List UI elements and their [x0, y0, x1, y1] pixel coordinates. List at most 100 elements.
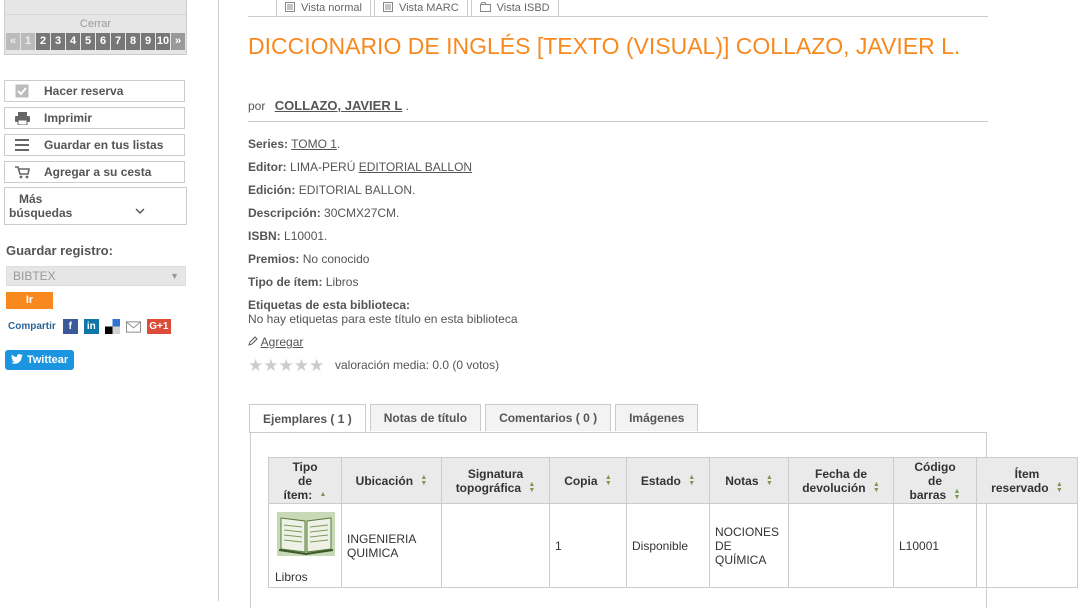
pager-prev: «	[6, 33, 20, 50]
cell-barcode: L10001	[893, 503, 977, 588]
star-icon[interactable]: ★	[263, 357, 278, 374]
cell-item-type: Libros	[268, 503, 342, 588]
edition-value: EDITORIAL BALLON.	[298, 183, 416, 197]
add-to-cart-button[interactable]: Agregar a su cesta	[4, 161, 185, 183]
sort-icon: ▲ ▼	[1055, 481, 1063, 495]
pager-page-6[interactable]: 6	[96, 33, 110, 50]
add-tag-link[interactable]: Agregar	[248, 335, 303, 349]
twitter-label: Twittear	[26, 354, 69, 366]
star-icon[interactable]: ★	[294, 357, 309, 374]
pager-page-9[interactable]: 9	[141, 33, 155, 50]
itemtype-value: Libros	[325, 275, 359, 289]
divider	[248, 16, 988, 17]
tab-comments[interactable]: Comentarios ( 0 )	[485, 404, 612, 431]
sort-icon: ▲ ▼	[528, 481, 536, 495]
view-isbd-tab[interactable]: Vista ISBD	[470, 0, 559, 17]
document-icon	[479, 1, 491, 15]
view-marc-label: Vista MARC	[398, 2, 459, 14]
printer-icon	[14, 111, 30, 125]
sort-icon: ▲ ▼	[872, 481, 880, 495]
view-normal-tab[interactable]: Vista normal	[276, 0, 371, 17]
email-icon[interactable]	[125, 319, 141, 334]
add-tag-label[interactable]: Agregar	[261, 335, 304, 349]
col-notes[interactable]: Notas ▲ ▼	[709, 457, 789, 504]
holdings-tabs: Ejemplares ( 1 ) Notas de título Comenta…	[249, 404, 702, 433]
col-reserved[interactable]: Ítem reservado ▲ ▼	[976, 457, 1078, 504]
pager-page-10[interactable]: 10	[156, 33, 170, 50]
description-field: Descripción: 30CMX27CM.	[248, 206, 399, 220]
view-marc-tab[interactable]: Vista MARC	[373, 0, 468, 17]
sort-icon: ▲ ▼	[953, 488, 961, 502]
facebook-icon[interactable]: f	[62, 319, 78, 334]
cell-call-number	[441, 503, 550, 588]
col-location[interactable]: Ubicación ▲ ▼	[341, 457, 442, 504]
awards-field: Premios: No conocido	[248, 252, 369, 266]
record-title: DICCIONARIO DE INGLÉS [TEXTO (VISUAL)] C…	[248, 33, 961, 59]
chevron-down-icon	[135, 207, 145, 218]
googleplus-icon[interactable]: G+1	[146, 319, 171, 334]
print-label: Imprimir	[44, 111, 93, 125]
average-rating: valoración media: 0.0 (0 votos)	[335, 358, 500, 372]
cell-reserved	[976, 503, 1078, 588]
pager-next[interactable]: »	[171, 33, 185, 50]
pager-page-8[interactable]: 8	[126, 33, 140, 50]
place-hold-button[interactable]: Hacer reserva	[4, 80, 185, 102]
results-pager: Cerrar « 1 2 3 4 5 6 7 8 9 10 »	[4, 0, 187, 55]
delicious-icon[interactable]	[104, 319, 120, 334]
tab-holdings[interactable]: Ejemplares ( 1 )	[249, 404, 366, 433]
cell-status: Disponible	[626, 503, 710, 588]
tab-images[interactable]: Imágenes	[615, 404, 699, 431]
more-searches-dropdown[interactable]: Más búsquedas	[4, 187, 187, 225]
share-label: Compartir	[8, 321, 56, 332]
record-author: por COLLAZO, JAVIER L .	[248, 98, 409, 113]
save-to-lists-button[interactable]: Guardar en tus listas	[4, 134, 185, 156]
editor-field: Editor: LIMA-PERÚ EDITORIAL BALLON	[248, 160, 472, 174]
share-bar: Compartir f in G+1	[8, 319, 171, 334]
dropdown-arrow-icon: ▼	[170, 271, 179, 281]
tab-title-notes[interactable]: Notas de título	[369, 404, 482, 431]
editor-link[interactable]: EDITORIAL BALLON	[359, 160, 472, 174]
author-by-label: por	[248, 99, 266, 113]
col-call-number[interactable]: Signatura topográfica ▲ ▼	[441, 457, 550, 504]
series-field: Series: TOMO 1.	[248, 137, 340, 151]
sort-asc-icon: ▲	[319, 491, 327, 499]
col-copy[interactable]: Copia ▲ ▼	[549, 457, 627, 504]
print-button[interactable]: Imprimir	[4, 107, 185, 129]
sort-icon: ▲ ▼	[688, 474, 696, 488]
pager-page-4[interactable]: 4	[66, 33, 80, 50]
tags-field: Etiquetas de esta biblioteca:	[248, 298, 410, 312]
col-barcode[interactable]: Código de barras ▲ ▼	[893, 457, 977, 504]
close-pager-button[interactable]: Cerrar	[5, 15, 186, 33]
more-searches-label-2: búsquedas	[9, 206, 73, 220]
pager-page-5[interactable]: 5	[81, 33, 95, 50]
export-format-select[interactable]: BIBTEX ▼	[6, 266, 186, 286]
author-link[interactable]: COLLAZO, JAVIER L	[275, 98, 403, 113]
col-due-date[interactable]: Fecha de devolución ▲ ▼	[788, 457, 894, 504]
sort-icon: ▲ ▼	[765, 474, 773, 488]
tags-value: No hay etiquetas para este título en est…	[248, 312, 518, 326]
col-item-type[interactable]: Tipo de ítem: ▲	[268, 457, 342, 504]
col-status[interactable]: Estado ▲ ▼	[626, 457, 710, 504]
sidebar: Cerrar « 1 2 3 4 5 6 7 8 9 10 » Hacer re…	[0, 0, 219, 601]
pager-pages: « 1 2 3 4 5 6 7 8 9 10 »	[5, 33, 186, 50]
pager-page-2[interactable]: 2	[36, 33, 50, 50]
place-hold-label: Hacer reserva	[44, 84, 124, 98]
series-link[interactable]: TOMO 1	[291, 137, 337, 151]
export-go-button[interactable]: Ir	[6, 292, 53, 309]
pager-page-7[interactable]: 7	[111, 33, 125, 50]
isbn-label: ISBN:	[248, 229, 281, 243]
twitter-share-button[interactable]: Twittear	[5, 350, 74, 370]
cell-copy: 1	[549, 503, 627, 588]
add-to-cart-label: Agregar a su cesta	[44, 165, 152, 179]
star-icon[interactable]: ★	[248, 357, 263, 374]
star-rating[interactable]: ★ ★ ★ ★ ★	[248, 357, 324, 374]
star-icon[interactable]: ★	[309, 357, 324, 374]
tags-label: Etiquetas de esta biblioteca:	[248, 298, 411, 312]
editor-label: Editor:	[248, 160, 287, 174]
pager-page-3[interactable]: 3	[51, 33, 65, 50]
linkedin-icon[interactable]: in	[83, 319, 99, 334]
checkbox-icon	[14, 84, 30, 98]
star-icon[interactable]: ★	[279, 357, 294, 374]
save-record-title: Guardar registro:	[6, 243, 113, 258]
author-end: .	[405, 99, 409, 113]
